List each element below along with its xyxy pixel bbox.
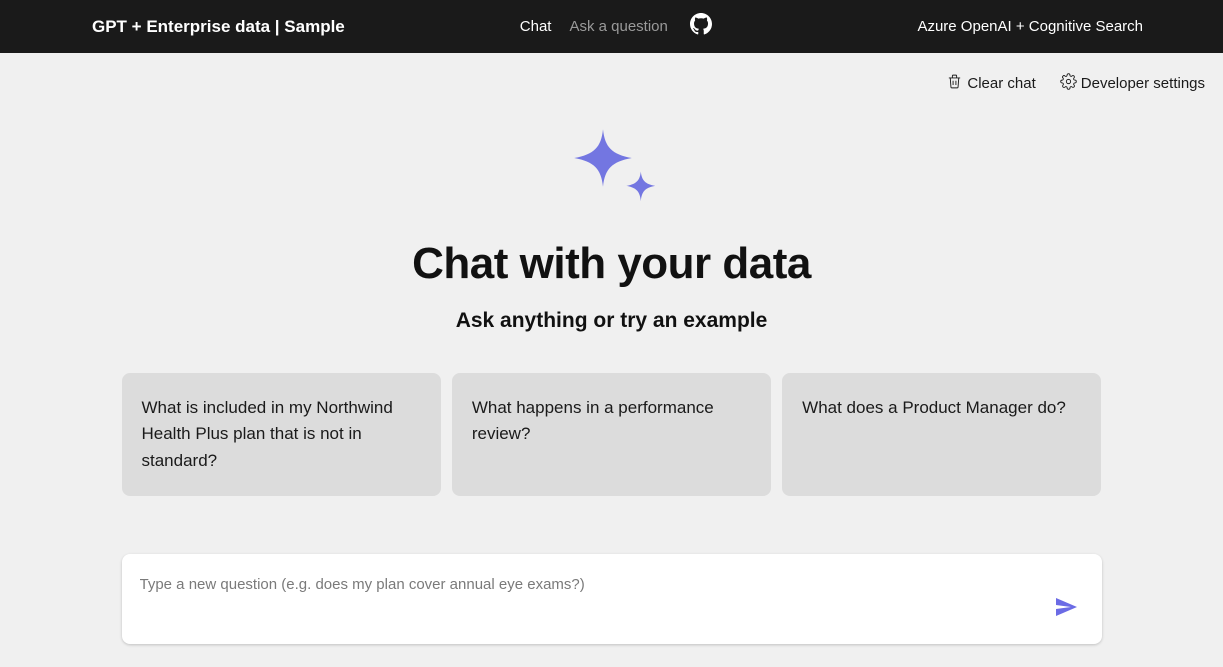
header-nav: Chat Ask a question [520, 13, 712, 40]
chat-input[interactable] [140, 576, 1048, 593]
app-title: GPT + Enterprise data | Sample [92, 17, 345, 37]
example-card-3[interactable]: What does a Product Manager do? [782, 373, 1101, 496]
example-text: What does a Product Manager do? [802, 395, 1066, 421]
example-cards: What is included in my Northwind Health … [122, 373, 1102, 496]
example-text: What happens in a performance review? [472, 395, 751, 448]
nav-ask-question[interactable]: Ask a question [569, 18, 667, 35]
send-icon [1054, 607, 1078, 622]
hero-title: Chat with your data [412, 239, 811, 289]
developer-settings-label: Developer settings [1081, 75, 1205, 92]
example-text: What is included in my Northwind Health … [142, 395, 421, 474]
github-icon[interactable] [686, 13, 712, 40]
clear-chat-label: Clear chat [967, 75, 1035, 92]
sparkle-icon [557, 117, 667, 217]
trash-icon [946, 73, 963, 94]
developer-settings-button[interactable]: Developer settings [1060, 73, 1205, 94]
nav-chat[interactable]: Chat [520, 18, 552, 35]
app-header: GPT + Enterprise data | Sample Chat Ask … [0, 0, 1223, 53]
hero-subtitle: Ask anything or try an example [456, 309, 768, 333]
chat-input-row [122, 554, 1102, 644]
toolbar: Clear chat Developer settings [0, 53, 1223, 99]
example-card-1[interactable]: What is included in my Northwind Health … [122, 373, 441, 496]
example-card-2[interactable]: What happens in a performance review? [452, 373, 771, 496]
gear-icon [1060, 73, 1077, 94]
send-button[interactable] [1048, 589, 1084, 628]
header-right-label: Azure OpenAI + Cognitive Search [917, 18, 1203, 35]
main-content: Chat with your data Ask anything or try … [0, 99, 1223, 644]
clear-chat-button[interactable]: Clear chat [946, 73, 1035, 94]
